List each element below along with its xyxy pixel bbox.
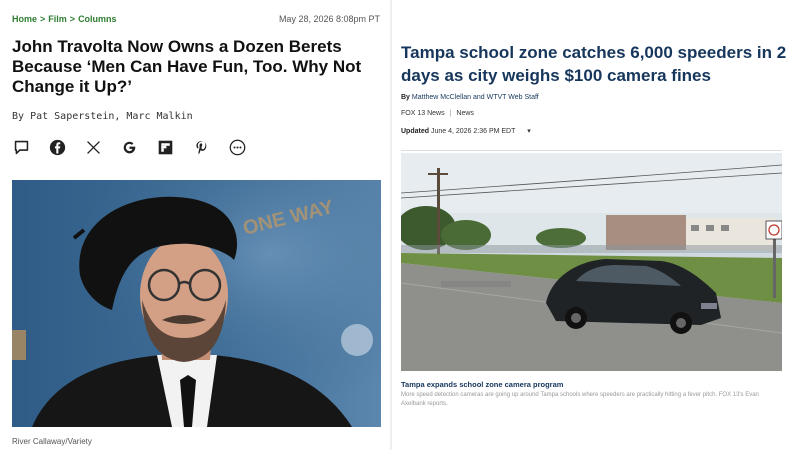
- x-icon[interactable]: [84, 138, 103, 157]
- byline-authors[interactable]: Matthew McClellan and WTVT Web Staff: [412, 94, 539, 101]
- byline-prefix: By: [401, 94, 410, 101]
- article-meta: FOX 13 News | News: [401, 110, 474, 117]
- updated-label: Updated: [401, 128, 429, 135]
- breadcrumb: Home > Film > Columns: [12, 14, 117, 24]
- share-bar: [12, 138, 247, 157]
- section-name[interactable]: News: [456, 110, 474, 117]
- video-thumbnail[interactable]: [401, 153, 782, 371]
- chevron-down-icon[interactable]: ▾: [527, 128, 531, 135]
- breadcrumb-film[interactable]: Film: [48, 14, 67, 24]
- caption-title: Tampa expands school zone camera program: [401, 380, 564, 389]
- google-icon[interactable]: [120, 138, 139, 157]
- meta-divider: |: [449, 110, 452, 117]
- fox13-article-panel: Tampa school zone catches 6,000 speeders…: [392, 0, 800, 450]
- more-icon[interactable]: [228, 138, 247, 157]
- article-photo: ONE WAY: [12, 180, 381, 427]
- byline: By Pat Saperstein, Marc Malkin: [12, 111, 193, 122]
- station-name[interactable]: FOX 13 News: [401, 110, 445, 117]
- byline: By Matthew McClellan and WTVT Web Staff: [401, 94, 539, 101]
- updated-time: June 4, 2026 2:36 PM EDT: [430, 128, 516, 135]
- article-headline: John Travolta Now Owns a Dozen Berets Be…: [12, 37, 362, 96]
- byline-authors[interactable]: Pat Saperstein, Marc Malkin: [30, 111, 193, 122]
- separator-line: [401, 150, 782, 151]
- article-date: May 28, 2026 8:08pm PT: [278, 14, 380, 24]
- pinterest-icon[interactable]: [192, 138, 211, 157]
- breadcrumb-columns[interactable]: Columns: [78, 14, 117, 24]
- updated-timestamp: Updated June 4, 2026 2:36 PM EDT ▾: [401, 127, 531, 135]
- photo-credit: River Callaway/Variety: [12, 437, 92, 446]
- flipboard-icon[interactable]: [156, 138, 175, 157]
- caption-description: More speed detection cameras are going u…: [401, 392, 759, 407]
- article-headline: Tampa school zone catches 6,000 speeders…: [401, 43, 787, 85]
- byline-prefix: By: [12, 111, 25, 122]
- breadcrumb-home[interactable]: Home: [12, 14, 37, 24]
- variety-article-panel: Home > Film > Columns May 28, 2026 8:08pm PT…: [0, 0, 392, 450]
- comment-icon[interactable]: [12, 138, 31, 157]
- facebook-icon[interactable]: [48, 138, 67, 157]
- breadcrumb-separator: >: [69, 14, 76, 24]
- breadcrumb-separator: >: [40, 14, 46, 24]
- street-scene-illustration: [401, 153, 782, 371]
- portrait-illustration: ONE WAY: [12, 180, 381, 427]
